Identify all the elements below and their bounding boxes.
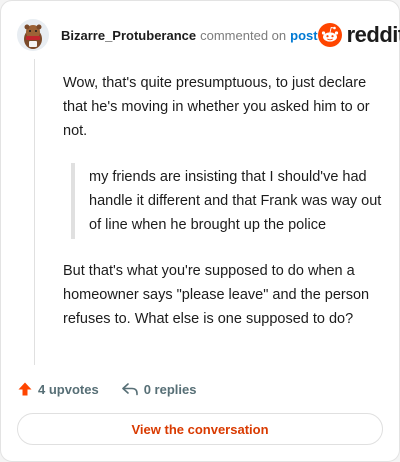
comment-paragraph-1: Wow, that's quite presumptuous, to just … xyxy=(63,75,370,139)
username-link[interactable]: Bizarre_Protuberance xyxy=(61,28,196,43)
comment-footer: 4 upvotes 0 replies xyxy=(17,377,196,401)
comment-header: Bizarre_Protuberance commented on post r… xyxy=(17,17,400,53)
reddit-logo-icon xyxy=(317,23,342,47)
commented-on-text: commented on xyxy=(200,27,287,43)
reddit-logo[interactable]: reddit xyxy=(317,22,400,48)
reply-icon xyxy=(121,383,138,396)
upvote-count: 4 upvotes xyxy=(38,381,99,397)
view-conversation-button[interactable]: View the conversation xyxy=(17,413,383,445)
comment-paragraph-2: But that's what you're supposed to do wh… xyxy=(63,263,370,327)
reddit-wordmark: reddit xyxy=(346,22,400,47)
reply-count: 0 replies xyxy=(143,381,197,397)
comment-body: Wow, that's quite presumptuous, to just … xyxy=(63,71,389,351)
reply-button[interactable]: 0 replies xyxy=(121,381,197,397)
thread-line[interactable] xyxy=(34,59,35,365)
quoted-text: my friends are insisting that I should'v… xyxy=(71,163,389,239)
comment-meta: Bizarre_Protuberance commented on post xyxy=(61,28,318,43)
post-link[interactable]: post xyxy=(290,28,317,43)
comment-card: Bizarre_Protuberance commented on post r… xyxy=(0,0,400,462)
avatar[interactable] xyxy=(17,19,49,51)
upvote-arrow-icon xyxy=(18,382,32,396)
upvote-button[interactable]: 4 upvotes xyxy=(17,381,99,397)
avatar-icon xyxy=(24,24,42,49)
